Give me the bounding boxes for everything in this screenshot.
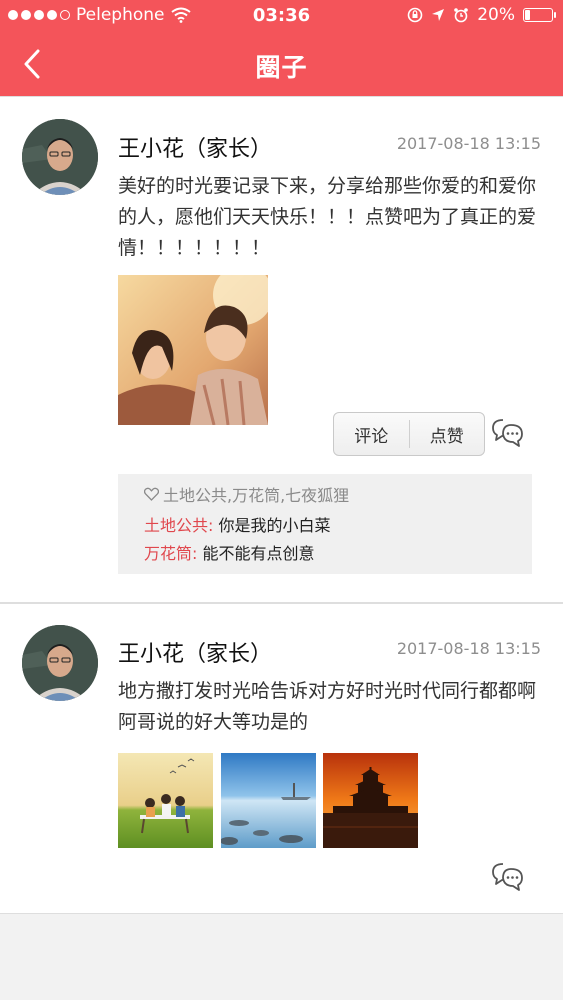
reply-text: 你是我的小白菜 [218, 516, 331, 535]
battery-percent: 20% [477, 5, 515, 25]
post-card: 王小花（家长） 2017-08-18 13:15 美好的时光要记录下来，分享给那… [0, 96, 563, 603]
nav-bar: 圈子 [0, 32, 563, 96]
temple-photo-image [323, 753, 418, 848]
avatar-image [22, 625, 98, 701]
page-background [0, 914, 563, 1000]
likes-line: 土地公共,万花筒,七夜狐狸 [144, 482, 349, 506]
battery-icon [523, 8, 556, 22]
comment-like-menu: 评论 点赞 [333, 412, 485, 456]
author-name[interactable]: 王小花（家长） [118, 636, 272, 668]
couple-photo-image [118, 275, 268, 425]
avatar[interactable] [22, 119, 98, 195]
liked-by-names[interactable]: 土地公共,万花筒,七夜狐狸 [163, 482, 349, 506]
post-text: 地方撒打发时光哈告诉对方好时光时代同行都都啊阿哥说的好大等功是的 [118, 680, 537, 733]
chat-bubbles-icon [492, 419, 523, 447]
reply-item: 万花筒: 能不能有点创意 [144, 540, 315, 564]
reply-author[interactable]: 土地公共: [144, 516, 213, 535]
post-photo[interactable] [221, 753, 316, 848]
post-photo[interactable] [118, 275, 268, 425]
post-text: 美好的时光要记录下来，分享给那些你爱的和爱你的人，愿他们天天快乐！！！点赞吧为了… [118, 175, 537, 259]
post-photo[interactable] [118, 753, 213, 848]
reply-text: 能不能有点创意 [202, 544, 315, 563]
heart-icon [144, 487, 159, 501]
reply-author[interactable]: 万花筒: [144, 544, 197, 563]
author-name[interactable]: 王小花（家长） [118, 131, 272, 163]
battery-level [525, 10, 530, 20]
post-card: 王小花（家长） 2017-08-18 13:15 地方撒打发时光哈告诉对方好时光… [0, 603, 563, 914]
avatar-image [22, 119, 98, 195]
like-button[interactable]: 点赞 [410, 422, 485, 447]
chat-bubbles-icon [492, 863, 523, 891]
comment-toggle-button[interactable] [491, 861, 525, 893]
alarm-icon [454, 8, 469, 23]
page-title: 圈子 [255, 53, 308, 82]
comment-button[interactable]: 评论 [334, 422, 409, 447]
top-bar: Pelephone 03:36 20% 圈子 [0, 0, 563, 96]
sea-photo-image [221, 753, 316, 848]
status-right: 20% [407, 5, 556, 25]
reply-item: 土地公共: 你是我的小白菜 [144, 512, 331, 536]
post-time: 2017-08-18 13:15 [396, 639, 541, 658]
comment-toggle-button[interactable] [491, 417, 525, 449]
avatar[interactable] [22, 625, 98, 701]
location-arrow-icon [432, 9, 445, 21]
status-bar: Pelephone 03:36 20% [0, 0, 563, 32]
rotation-lock-icon [407, 7, 423, 23]
post-time: 2017-08-18 13:15 [396, 134, 541, 153]
post-photo[interactable] [323, 753, 418, 848]
interaction-box: 土地公共,万花筒,七夜狐狸 土地公共: 你是我的小白菜 万花筒: 能不能有点创意 [118, 474, 532, 574]
picnic-photo-image [118, 753, 213, 848]
